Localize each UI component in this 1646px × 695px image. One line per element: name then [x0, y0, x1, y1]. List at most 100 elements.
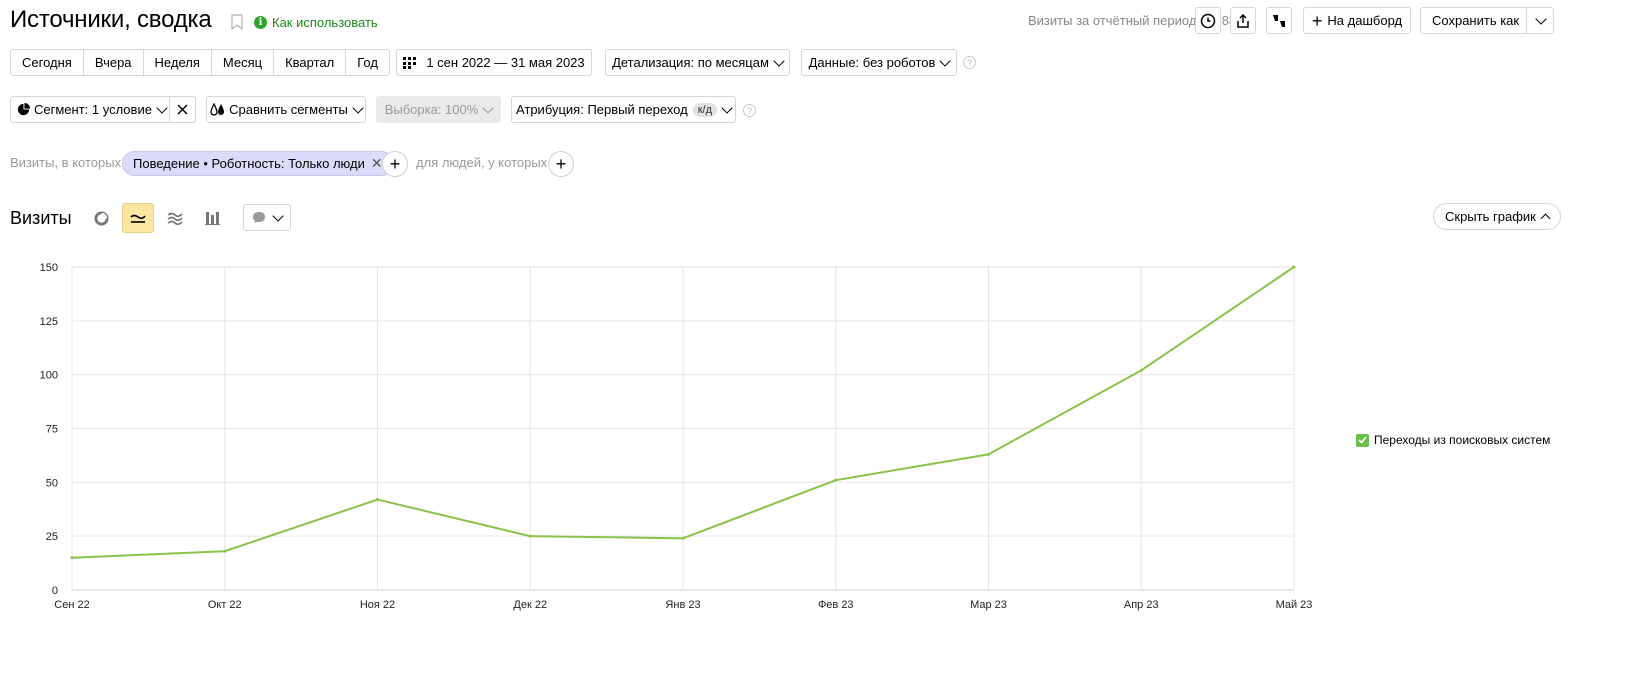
to-dashboard-button[interactable]: + На дашборд: [1303, 7, 1411, 34]
x-tick-label: Окт 22: [208, 599, 242, 611]
period-month[interactable]: Месяц: [212, 50, 275, 75]
chevron-down-icon: [721, 101, 733, 114]
compare-segments-dropdown[interactable]: Сравнить сегменты: [206, 96, 366, 123]
x-tick-label: Фев 23: [818, 599, 854, 611]
data-dropdown[interactable]: Данные: без роботов: [801, 49, 957, 76]
share-icon: [1237, 13, 1249, 28]
period-selector: Сегодня Вчера Неделя Месяц Квартал Год: [10, 49, 390, 76]
x-tick-label: Ноя 22: [360, 599, 395, 611]
attribution-label: Атрибуция: Первый переход: [515, 102, 688, 117]
chevron-down-icon: [352, 101, 364, 114]
filter-chip[interactable]: Поведение • Роботность: Только люди ✕: [122, 151, 394, 176]
plus-icon: +: [555, 154, 567, 174]
help-icon[interactable]: ?: [743, 104, 756, 117]
chart-type-area[interactable]: [159, 203, 191, 233]
period-yesterday[interactable]: Вчера: [84, 50, 144, 75]
visits-where-label: Визиты, в которых: [10, 155, 122, 170]
attribution-badge: к/д: [692, 102, 717, 117]
drops-icon: [210, 103, 225, 116]
data-point: [1139, 368, 1143, 372]
data-label: Данные: без роботов: [808, 55, 936, 70]
segment-dropdown[interactable]: Сегмент: 1 условие: [10, 96, 170, 123]
x-tick-label: Дек 22: [513, 599, 547, 611]
calendar-icon: [403, 56, 417, 69]
save-as-dropdown[interactable]: [1526, 8, 1554, 33]
data-point: [987, 452, 990, 456]
sample-label: Выборка: 100%: [384, 102, 479, 117]
how-to-use-link[interactable]: i Как использовать: [254, 15, 378, 30]
period-quarter[interactable]: Квартал: [274, 50, 347, 75]
close-icon[interactable]: ✕: [371, 155, 383, 172]
info-icon: i: [254, 16, 267, 29]
x-tick-label: Сен 22: [54, 599, 89, 611]
pie-chart-icon: [93, 210, 109, 226]
chart-type-bar[interactable]: [196, 203, 228, 233]
detail-dropdown[interactable]: Детализация: по месяцам: [605, 49, 790, 76]
data-point: [376, 498, 379, 502]
x-tick-label: Апр 23: [1124, 599, 1159, 611]
data-point: [834, 478, 838, 482]
add-people-condition-button[interactable]: +: [548, 151, 574, 177]
segment-clear-button[interactable]: [169, 96, 196, 123]
close-icon: [177, 104, 188, 115]
attribution-dropdown[interactable]: Атрибуция: Первый переход к/д: [511, 96, 736, 123]
feedback-button[interactable]: [1266, 7, 1292, 34]
period-year[interactable]: Год: [346, 50, 389, 75]
visits-chart: 0 25 50 75 100 125 150 Сен 22 Окт 22 Ноя 22 Дек 22…: [40, 262, 1313, 611]
data-point: [681, 536, 685, 540]
help-icon[interactable]: ?: [963, 56, 976, 69]
date-range-button[interactable]: 1 сен 2022 — 31 мая 2023: [396, 49, 592, 76]
x-tick-label: Май 23: [1276, 599, 1313, 611]
chart-type-line[interactable]: [122, 203, 154, 233]
period-week[interactable]: Неделя: [144, 50, 212, 75]
pie-icon: [17, 103, 30, 116]
data-point: [223, 549, 227, 553]
y-tick-label: 75: [46, 424, 58, 436]
save-as-label: Сохранить как: [1432, 13, 1520, 28]
clock-icon: [1200, 13, 1216, 28]
y-tick-label: 150: [40, 262, 58, 274]
hide-chart-button[interactable]: Скрыть график: [1433, 203, 1561, 230]
bar-chart-icon: [204, 212, 220, 225]
data-point: [1292, 265, 1296, 269]
chevron-down-icon: [1534, 12, 1547, 25]
filter-chip-label: Поведение • Роботность: Только люди: [133, 156, 365, 171]
annotations-dropdown[interactable]: [243, 204, 291, 231]
chart-type-pie[interactable]: [85, 203, 117, 233]
chevron-down-icon: [272, 209, 284, 222]
compare-segments-label: Сравнить сегменты: [229, 102, 348, 117]
hide-chart-label: Скрыть график: [1445, 209, 1536, 224]
sample-dropdown[interactable]: Выборка: 100%: [376, 96, 501, 123]
segment-label: Сегмент: 1 условие: [34, 102, 152, 117]
area-chart-icon: [167, 212, 183, 225]
y-tick-label: 125: [40, 316, 58, 328]
how-to-use-label: Как использовать: [272, 15, 378, 30]
data-point: [70, 556, 74, 560]
to-dashboard-label: На дашборд: [1327, 13, 1403, 28]
page-title: Источники, сводка: [10, 6, 212, 33]
history-button[interactable]: [1195, 7, 1221, 34]
plus-icon: +: [1311, 10, 1323, 31]
chevron-down-icon: [773, 54, 785, 67]
date-range-label: 1 сен 2022 — 31 мая 2023: [426, 55, 585, 70]
plus-icon: +: [389, 154, 401, 174]
bookmark-icon[interactable]: [231, 14, 243, 30]
thumbs-icon: [1273, 14, 1285, 27]
y-tick-label: 100: [40, 370, 58, 382]
legend-label: Переходы из поисковых систем: [1374, 433, 1551, 447]
add-visit-condition-button[interactable]: +: [382, 151, 408, 177]
checkbox-checked-icon[interactable]: [1356, 433, 1369, 447]
x-tick-label: Янв 23: [665, 599, 700, 611]
legend-item[interactable]: Переходы из поисковых систем: [1356, 433, 1550, 447]
detail-label: Детализация: по месяцам: [612, 55, 769, 70]
period-today[interactable]: Сегодня: [11, 50, 84, 75]
line-chart-icon: [130, 214, 146, 223]
save-as-button[interactable]: Сохранить как: [1420, 7, 1554, 34]
data-point: [528, 534, 532, 538]
chart-title: Визиты: [10, 208, 72, 228]
y-tick-label: 0: [52, 585, 58, 597]
comment-icon: [253, 212, 265, 223]
people-where-label: для людей, у которых: [416, 155, 548, 170]
export-button[interactable]: [1230, 7, 1256, 34]
chevron-up-icon: [1540, 213, 1551, 224]
